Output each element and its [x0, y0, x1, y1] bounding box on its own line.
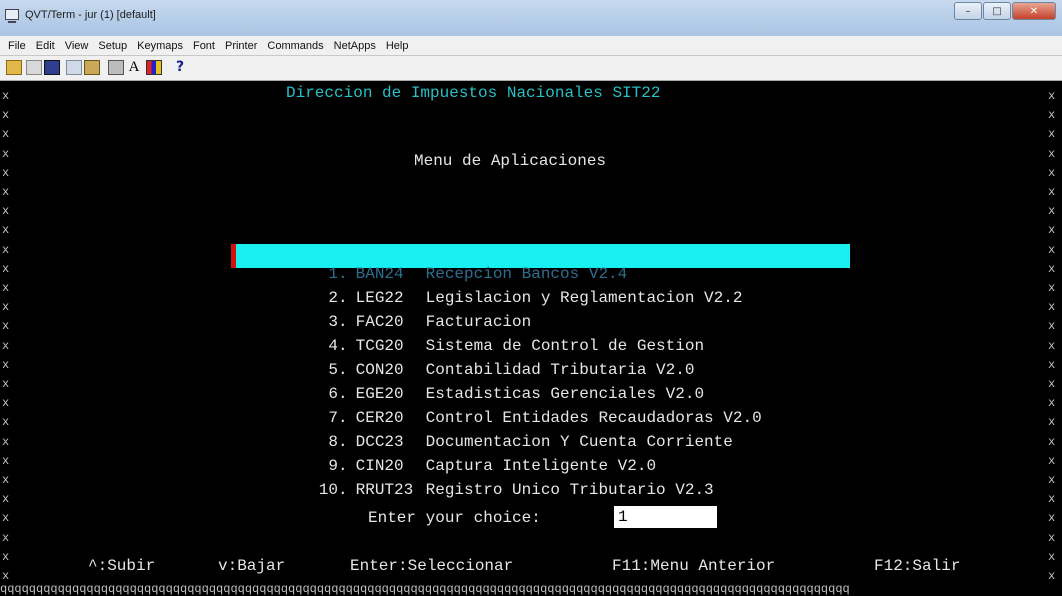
footer-f11-hint: F11:Menu Anterior — [612, 557, 776, 575]
menu-printer[interactable]: Printer — [225, 40, 257, 52]
choice-prompt: Enter your choice: — [368, 509, 541, 527]
terminal-app-icon — [5, 9, 19, 23]
paste-icon[interactable] — [84, 60, 100, 75]
save-icon[interactable] — [44, 60, 60, 75]
maximize-button[interactable]: □ — [983, 2, 1011, 20]
left-border: x x x x x x x x x x x x x x x x x x x x … — [2, 89, 10, 584]
print-icon[interactable] — [108, 60, 124, 75]
color-icon[interactable] — [146, 60, 162, 75]
choice-input[interactable]: 1 — [614, 506, 717, 528]
title-bar[interactable]: QVT/Term - jur (1) [default] – □ ✕ — [0, 0, 1062, 36]
menu-file[interactable]: File — [8, 40, 26, 52]
menu-bar: File Edit View Setup Keymaps Font Printe… — [0, 36, 1062, 56]
window-title: QVT/Term - jur (1) [default] — [25, 9, 156, 21]
footer-up-hint: ^:Subir — [88, 557, 156, 575]
menu-keymaps[interactable]: Keymaps — [137, 40, 183, 52]
selection-marker — [231, 244, 236, 268]
open-folder-icon[interactable] — [6, 60, 22, 75]
disconnect-icon[interactable] — [26, 60, 42, 75]
copy-icon[interactable] — [66, 60, 82, 75]
footer-f12-hint: F12:Salir — [874, 557, 961, 575]
screen-subheader: Menu de Aplicaciones — [414, 152, 607, 170]
menu-netapps[interactable]: NetApps — [334, 40, 376, 52]
menu-setup[interactable]: Setup — [98, 40, 127, 52]
menu-help[interactable]: Help — [386, 40, 409, 52]
font-icon[interactable]: A — [126, 60, 142, 75]
footer-down-hint: v:Bajar — [218, 557, 286, 575]
menu-edit[interactable]: Edit — [36, 40, 55, 52]
menu-view[interactable]: View — [65, 40, 89, 52]
footer-enter-hint: Enter:Seleccionar — [350, 557, 514, 575]
close-button[interactable]: ✕ — [1012, 2, 1056, 20]
terminal-window: QVT/Term - jur (1) [default] – □ ✕ File … — [0, 0, 1062, 596]
toolbar: A ? — [0, 56, 1062, 81]
menu-font[interactable]: Font — [193, 40, 215, 52]
terminal-screen[interactable]: x x x x x x x x x x x x x x x x x x x x … — [0, 81, 1062, 596]
bottom-border: qqqqqqqqqqqqqqqqqqqqqqqqqqqqqqqqqqqqqqqq… — [0, 583, 850, 595]
help-icon[interactable]: ? — [172, 60, 188, 75]
right-border: x x x x x x x x x x x x x x x x x x x x … — [1048, 89, 1056, 584]
screen-header: Direccion de Impuestos Nacionales SIT22 — [286, 84, 661, 102]
menu-commands[interactable]: Commands — [267, 40, 323, 52]
minimize-button[interactable]: – — [954, 2, 982, 20]
